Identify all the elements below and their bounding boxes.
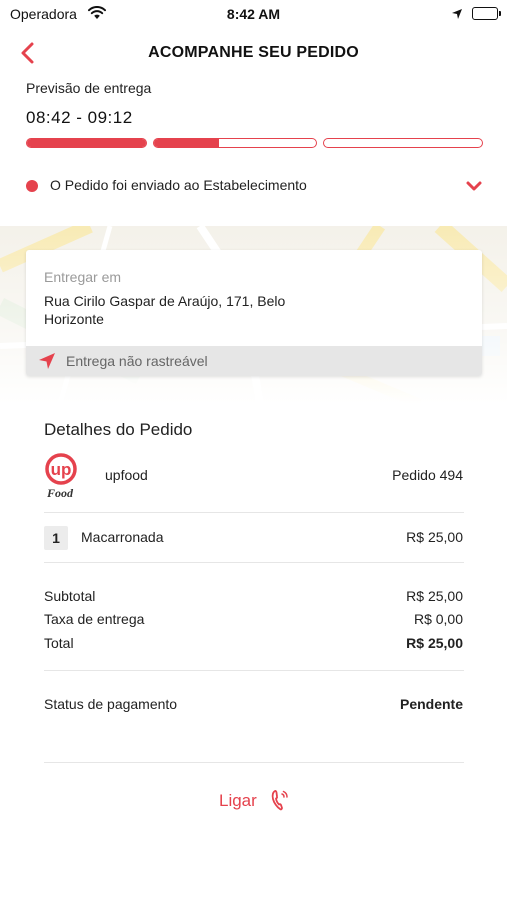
- status-dot: [26, 180, 38, 192]
- tracking-status-bar: Entrega não rastreável: [26, 346, 482, 376]
- delivery-fee-label: Taxa de entrega: [44, 611, 145, 627]
- call-button[interactable]: Ligar: [205, 784, 305, 818]
- total-label: Total: [44, 635, 74, 651]
- order-details-title: Detalhes do Pedido: [44, 420, 193, 439]
- progress-segment-3: [323, 138, 483, 148]
- item-name: Macarronada: [81, 529, 164, 545]
- phone-icon: [269, 788, 291, 817]
- page-title: ACOMPANHE SEU PEDIDO: [148, 44, 359, 61]
- navigation-arrow-icon: [38, 352, 56, 375]
- svg-text:Food: Food: [46, 486, 74, 500]
- location-services-icon: [451, 7, 463, 25]
- delivery-address: Rua Cirilo Gaspar de Araújo, 171, Belo H…: [44, 293, 286, 327]
- delivery-fee-value: R$ 0,00: [413, 611, 463, 627]
- call-label: Ligar: [219, 791, 257, 810]
- deliver-to-label: Entregar em: [44, 269, 122, 285]
- item-quantity: 1: [44, 526, 68, 550]
- item-price: R$ 25,00: [406, 529, 463, 545]
- total-value: R$ 25,00: [406, 635, 463, 651]
- divider: [44, 562, 464, 563]
- tracking-status-text: Entrega não rastreável: [66, 353, 208, 369]
- divider: [44, 762, 464, 763]
- progress-segment-2: [153, 138, 317, 148]
- delivery-address-card: Entregar em Rua Cirilo Gaspar de Araújo,…: [26, 250, 482, 376]
- subtotal-label: Subtotal: [44, 588, 96, 604]
- battery-icon: [472, 7, 501, 20]
- delivery-progress: [26, 138, 483, 150]
- eta-label: Previsão de entrega: [26, 80, 152, 96]
- store-name: upfood: [105, 467, 148, 483]
- order-status-row[interactable]: O Pedido foi enviado ao Estabelecimento: [0, 168, 507, 204]
- divider: [44, 512, 464, 513]
- order-status-text: O Pedido foi enviado ao Estabelecimento: [50, 177, 307, 193]
- payment-status-value: Pendente: [399, 696, 463, 712]
- eta-value: 08:42 - 09:12: [26, 108, 133, 127]
- subtotal-value: R$ 25,00: [406, 588, 463, 604]
- store-logo: up Food: [44, 452, 92, 500]
- order-number: Pedido 494: [392, 467, 463, 483]
- status-time: 8:42 AM: [226, 6, 281, 22]
- chevron-down-icon[interactable]: [464, 177, 484, 195]
- svg-text:up: up: [51, 460, 72, 479]
- divider: [44, 670, 464, 671]
- status-bar: Operadora 8:42 AM: [0, 0, 507, 28]
- payment-status-label: Status de pagamento: [44, 696, 178, 712]
- progress-segment-1: [26, 138, 147, 148]
